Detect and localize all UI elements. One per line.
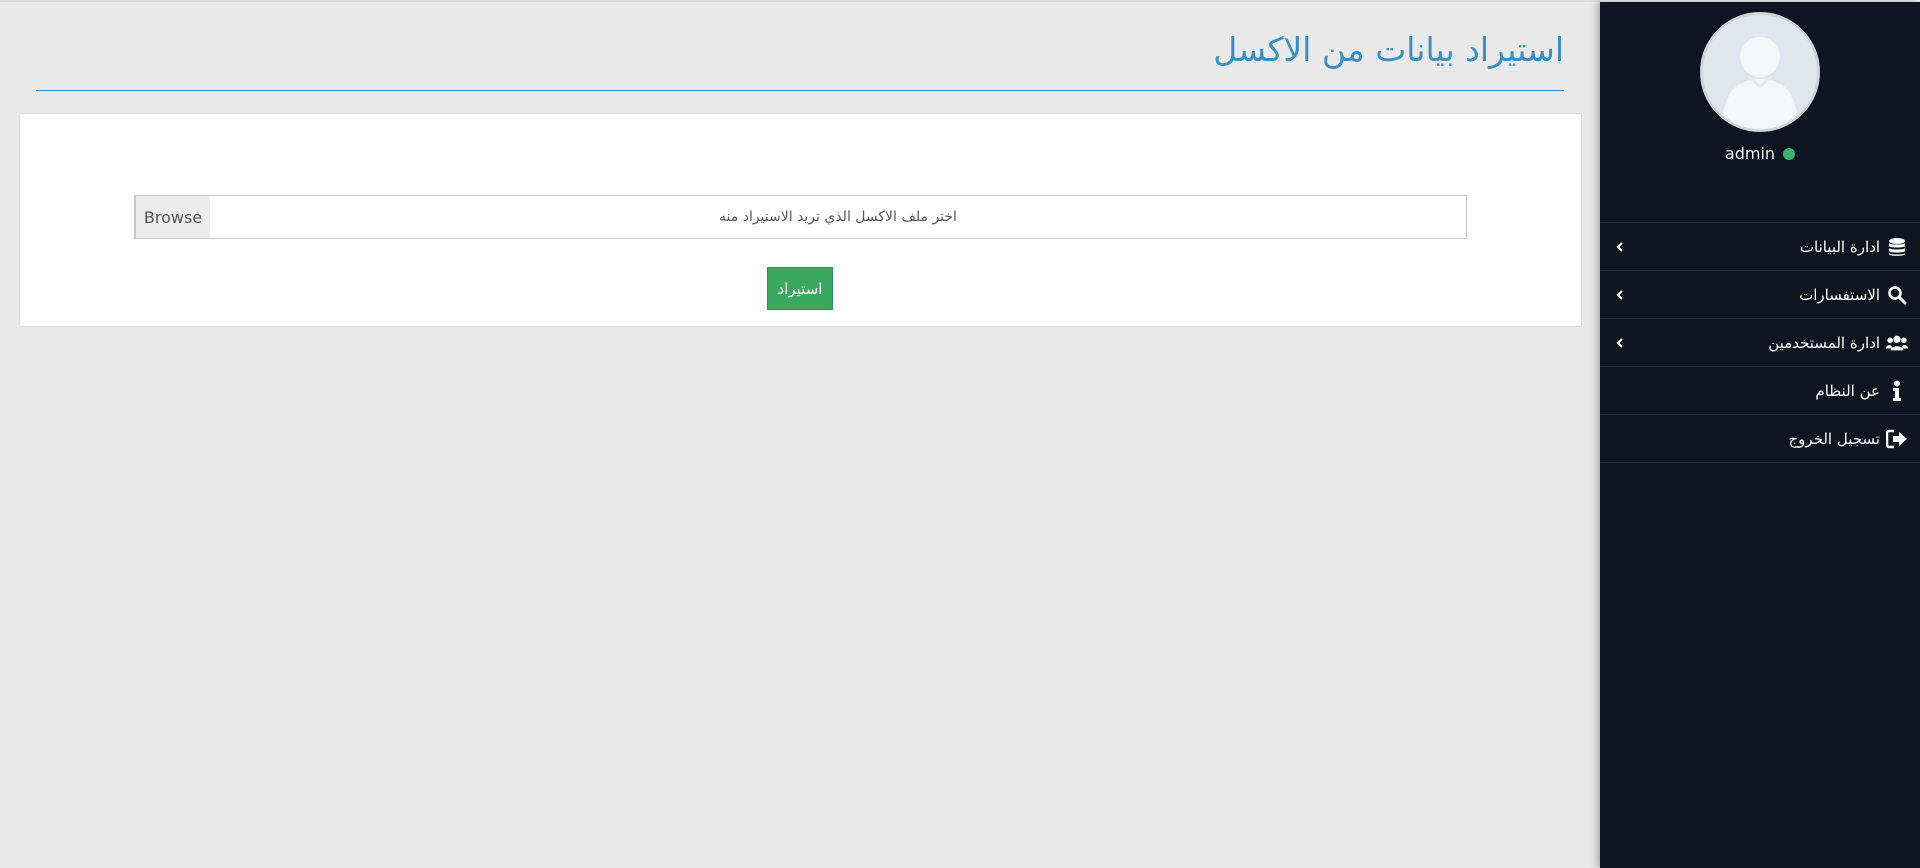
avatar [1700,12,1820,132]
user-profile: admin [1600,2,1920,222]
page-title: استيراد بيانات من الاكسل [1213,30,1564,69]
import-card: Browse استيراد [19,113,1582,327]
sidebar-item-logout[interactable]: تسجيل الخروج [1600,415,1920,463]
title-divider [36,90,1564,91]
main-content: استيراد بيانات من الاكسل Browse استيراد [0,2,1598,868]
import-button[interactable]: استيراد [767,267,833,310]
chevron-left-icon [1616,289,1623,300]
username-row: admin [1600,144,1920,163]
database-icon [1886,236,1908,258]
file-picker: Browse [134,195,1467,239]
sidebar-menu: ادارة البيانات الاستفسارات ادارة المستخد… [1600,222,1920,463]
sidebar-item-label: ادارة المستخدمين [1768,333,1880,352]
online-status-dot [1783,147,1796,160]
sidebar-item-about[interactable]: عن النظام [1600,367,1920,415]
chevron-left-icon [1616,337,1623,348]
sidebar-item-inquiries[interactable]: الاستفسارات [1600,271,1920,319]
info-icon [1886,380,1908,402]
logout-icon [1886,428,1908,450]
sidebar-item-label: عن النظام [1815,381,1880,400]
browse-button[interactable]: Browse [135,196,210,238]
sidebar-item-label: ادارة البيانات [1799,237,1880,256]
search-icon [1886,284,1908,306]
sidebar-item-data-management[interactable]: ادارة البيانات [1600,223,1920,271]
username: admin [1724,144,1776,163]
sidebar-item-label: تسجيل الخروج [1788,429,1880,448]
chevron-left-icon [1616,241,1623,252]
sidebar-item-user-management[interactable]: ادارة المستخدمين [1600,319,1920,367]
sidebar-item-label: الاستفسارات [1799,285,1880,304]
page: استيراد بيانات من الاكسل Browse استيراد … [0,0,1920,868]
sidebar: admin ادارة البيانات الاستفسارات ادارة ا… [1600,2,1920,868]
file-path-input[interactable] [210,196,1466,238]
user-silhouette-icon [1721,37,1799,129]
users-icon [1886,332,1908,354]
